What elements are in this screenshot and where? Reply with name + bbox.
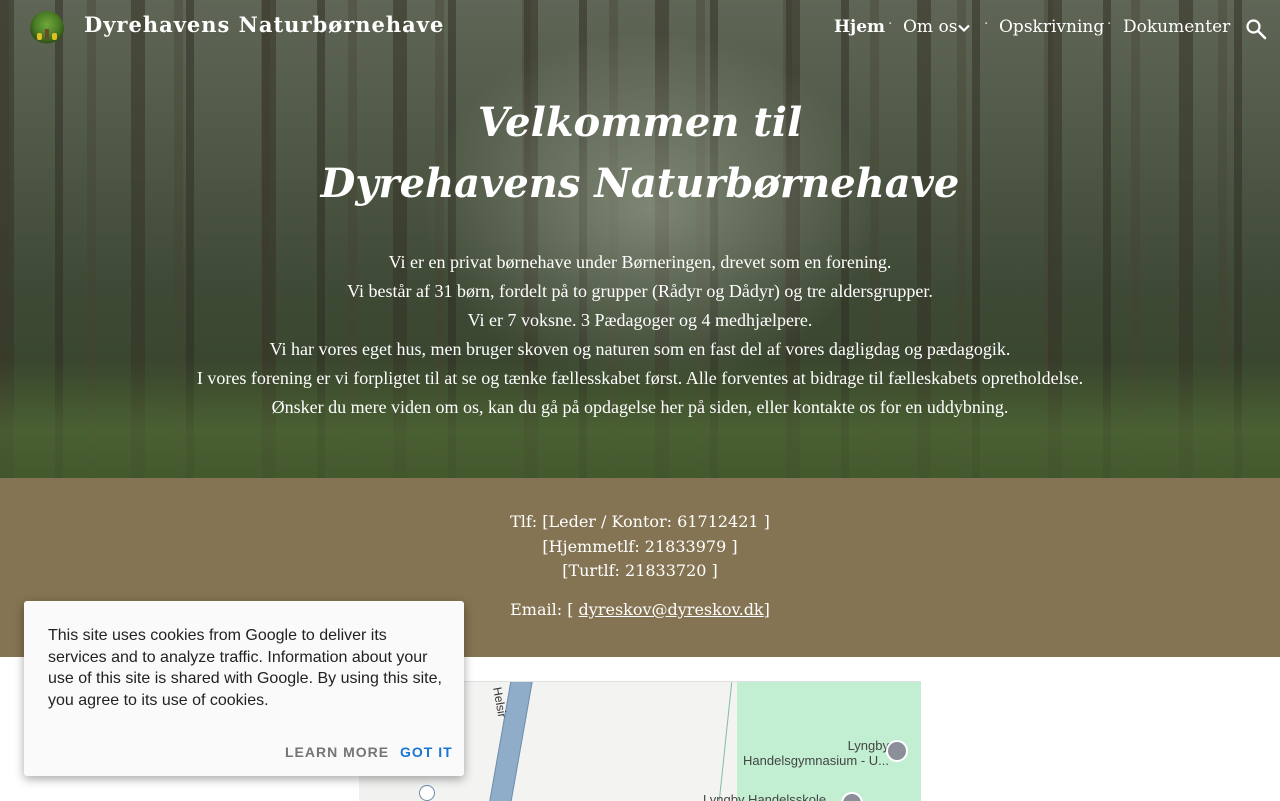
map-poi-label[interactable]: Lyngby Handelsgymnasium - U... [719,738,889,768]
email-suffix: ] [763,600,770,619]
nav-item-dokumenter[interactable]: Dokumenter [1123,17,1230,37]
map-road-label: Helsir [490,686,510,719]
cookie-notice: This site uses cookies from Google to de… [24,601,464,776]
nav-item-hjem[interactable]: Hjem [834,17,885,37]
phone-lines: Tlf: [Leder / Kontor: 61712421 ] [Hjemme… [0,510,1280,584]
cookie-message: This site uses cookies from Google to de… [48,627,442,709]
phone-line: Tlf: [Leder / Kontor: 61712421 ] [510,512,770,531]
nav-separator: · [1107,16,1112,32]
hero-paragraph: Ønsker du mere viden om os, kan du gå på… [271,397,1009,417]
phone-line: [Hjemmetlf: 21833979 ] [542,536,738,556]
hero-title-line2: Dyrehavens Naturbørnehave [320,160,960,207]
got-it-button[interactable]: GOT IT [400,744,453,760]
nav-item-opskrivning[interactable]: Opskrivning [999,17,1104,37]
tree-logo-icon[interactable] [30,11,64,45]
school-pin-icon[interactable] [886,740,908,762]
nav-separator: · [984,16,989,32]
hero-paragraph: Vi er en privat børnehave under Børnerin… [388,252,892,272]
email-link[interactable]: dyreskov@dyreskov.dk [579,600,764,619]
phone-line: [Turtlf: 21833720 ] [562,561,718,580]
learn-more-button[interactable]: LEARN MORE [285,744,389,760]
chevron-down-icon[interactable] [956,20,972,36]
hero-title-line1: Velkommen til [477,99,803,146]
hero-paragraph: I vores forening er vi forpligtet til at… [196,368,1084,388]
hero-paragraph: Vi består af 31 børn, fordelt på to grup… [347,281,933,301]
hero-paragraph: Vi har vores eget hus, men bruger skoven… [269,339,1011,359]
nav-separator: · [888,16,893,32]
hero-description: Vi er en privat børnehave under Børnerin… [100,248,1180,422]
hero-paragraph: Vi er 7 voksne. 3 Pædagoger og 4 medhjæl… [467,310,813,330]
map-poi-line: Lyngby [847,738,889,753]
nav-item-om-os[interactable]: Om os [903,17,957,37]
map-poi-line: Handelsgymnasium - U... [743,753,889,768]
site-title[interactable]: Dyrehavens Naturbørnehave [84,12,444,37]
bus-stop-icon[interactable] [419,785,435,801]
search-icon[interactable] [1244,17,1268,41]
email-prefix: Email: [ [510,600,579,619]
